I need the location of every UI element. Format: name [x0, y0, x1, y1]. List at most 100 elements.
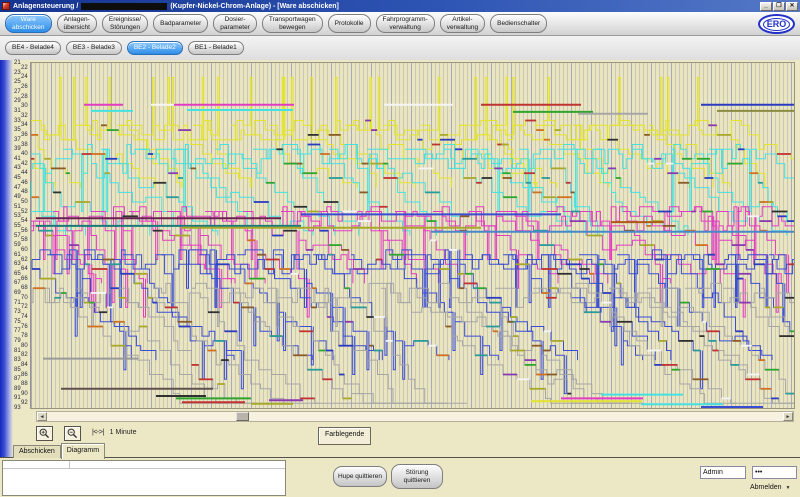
y-axis-labels: 2122232425262728293031323334353637383940…: [14, 62, 30, 407]
view-tab-abschicken[interactable]: Abschicken: [13, 445, 61, 458]
y-tick-31: 31: [14, 108, 21, 114]
y-tick-78: 78: [21, 333, 28, 339]
y-tick-85: 85: [14, 367, 21, 373]
y-tick-67: 67: [14, 280, 21, 286]
station-tab-be4[interactable]: BE4 - Belade4: [5, 41, 61, 55]
y-tick-51: 51: [14, 204, 21, 210]
y-tick-72: 72: [21, 304, 28, 310]
chevron-down-icon: ▼: [786, 485, 791, 491]
y-tick-35: 35: [14, 127, 21, 133]
station-tab-be2[interactable]: BE2 - Belade2: [127, 41, 183, 55]
toolbar-button-badparameter[interactable]: Badparameter: [153, 14, 208, 33]
restore-icon[interactable]: ❐: [773, 2, 785, 11]
y-tick-89: 89: [14, 386, 21, 392]
toolbar-button-ereignisse[interactable]: Ereignisse/Störungen: [102, 14, 148, 33]
y-tick-37: 37: [14, 137, 21, 143]
window-title-prefix: Anlagensteuerung /: [13, 3, 78, 10]
y-tick-34: 34: [21, 122, 28, 128]
station-tabs: BE4 - Belade4 BE3 - Belade3 BE2 - Belade2 B…: [5, 41, 244, 55]
y-tick-33: 33: [14, 118, 21, 124]
trace-canvas: [31, 63, 794, 408]
color-legend-button[interactable]: Farblegende: [318, 427, 371, 445]
y-tick-40: 40: [21, 151, 28, 157]
y-tick-84: 84: [21, 362, 28, 368]
station-tab-be1[interactable]: BE1 - Belade1: [188, 41, 244, 55]
logout-label: Abmelden: [750, 484, 782, 491]
y-tick-58: 58: [21, 237, 28, 243]
y-tick-83: 83: [14, 357, 21, 363]
y-tick-80: 80: [21, 343, 28, 349]
y-tick-28: 28: [21, 94, 28, 100]
left-accent-bar: [0, 60, 13, 497]
time-scrollbar[interactable]: ◄ ►: [36, 411, 794, 422]
toolbar-button-transportwagen[interactable]: Transportwagenbewegen: [262, 14, 323, 33]
y-tick-74: 74: [21, 314, 28, 320]
scroll-left-icon[interactable]: ◄: [37, 412, 47, 421]
y-tick-45: 45: [14, 175, 21, 181]
toolbar-button-dosierparameter[interactable]: Dosier-parameter: [213, 14, 257, 33]
y-tick-66: 66: [21, 276, 28, 282]
hoist-diagram-plot[interactable]: [30, 62, 795, 409]
y-tick-21: 21: [14, 60, 21, 66]
y-tick-73: 73: [14, 309, 21, 315]
y-tick-81: 81: [14, 348, 21, 354]
y-tick-39: 39: [14, 146, 21, 152]
toolbar-button-protokolle[interactable]: Protokolle: [328, 14, 371, 33]
y-tick-41: 41: [14, 156, 21, 162]
y-tick-47: 47: [14, 185, 21, 191]
hupe-quittieren-button[interactable]: Hupe quittieren: [333, 466, 387, 487]
scroll-right-icon[interactable]: ►: [783, 412, 793, 421]
redacted-plant-name: [81, 3, 167, 10]
y-tick-27: 27: [14, 89, 21, 95]
y-tick-54: 54: [21, 218, 28, 224]
window-title: Anlagensteuerung / (Kupfer-Nickel-Chrom-…: [13, 3, 339, 10]
y-tick-50: 50: [21, 199, 28, 205]
y-tick-69: 69: [14, 290, 21, 296]
y-tick-23: 23: [14, 70, 21, 76]
ero-logo: ERO: [758, 14, 795, 34]
y-tick-82: 82: [21, 352, 28, 358]
view-tab-diagramm[interactable]: Diagramm: [61, 443, 105, 459]
y-tick-60: 60: [21, 247, 28, 253]
diagram-page: 2122232425262728293031323334353637383940…: [0, 60, 800, 497]
y-tick-90: 90: [21, 391, 28, 397]
y-tick-38: 38: [21, 142, 28, 148]
y-tick-46: 46: [21, 180, 28, 186]
stoerung-quittieren-button[interactable]: Störungquittieren: [391, 464, 443, 489]
toolbar-button-ware-abschicken[interactable]: Wareabschicken: [5, 14, 52, 33]
dispatch-list-col1: [3, 461, 70, 468]
zoom-out-button[interactable]: [64, 426, 81, 441]
minimize-icon[interactable]: _: [760, 2, 772, 11]
password-field[interactable]: [752, 466, 797, 479]
y-tick-25: 25: [14, 79, 21, 85]
close-icon[interactable]: ✕: [786, 2, 798, 11]
y-tick-29: 29: [14, 98, 21, 104]
toolbar-button-artikel[interactable]: Artikel-verwaltung: [440, 14, 485, 33]
y-tick-92: 92: [21, 400, 28, 406]
y-tick-55: 55: [14, 223, 21, 229]
toolbar-button-bedienschalter[interactable]: Bedienschalter: [490, 14, 547, 33]
dispatch-list[interactable]: [2, 460, 286, 496]
zoom-out-icon: [67, 428, 78, 439]
window-title-suffix: (Kupfer-Nickel-Chrom-Anlage) - [Ware abs…: [170, 3, 339, 10]
toolbar-button-anlagenuebersicht[interactable]: Anlagen-übersicht: [57, 14, 97, 33]
y-tick-71: 71: [14, 300, 21, 306]
scrollbar-thumb[interactable]: [236, 412, 249, 421]
y-tick-75: 75: [14, 319, 21, 325]
ero-logo-text: ERO: [763, 18, 791, 31]
y-tick-22: 22: [21, 65, 28, 71]
y-tick-76: 76: [21, 324, 28, 330]
y-tick-26: 26: [21, 84, 28, 90]
station-tab-be3[interactable]: BE3 - Belade3: [66, 41, 122, 55]
zoom-in-button[interactable]: [36, 426, 53, 441]
y-tick-65: 65: [14, 271, 21, 277]
y-tick-48: 48: [21, 189, 28, 195]
username-field[interactable]: [700, 466, 746, 479]
y-tick-93: 93: [14, 405, 21, 411]
y-tick-24: 24: [21, 74, 28, 80]
y-tick-86: 86: [21, 372, 28, 378]
bottom-pane: Hupe quittieren Störungquittieren Abmeld…: [0, 457, 800, 497]
toolbar-button-fahrprogramm[interactable]: Fahrprogramm-verwaltung: [376, 14, 435, 33]
y-tick-36: 36: [21, 132, 28, 138]
logout-control[interactable]: Abmelden ▼: [750, 484, 790, 491]
